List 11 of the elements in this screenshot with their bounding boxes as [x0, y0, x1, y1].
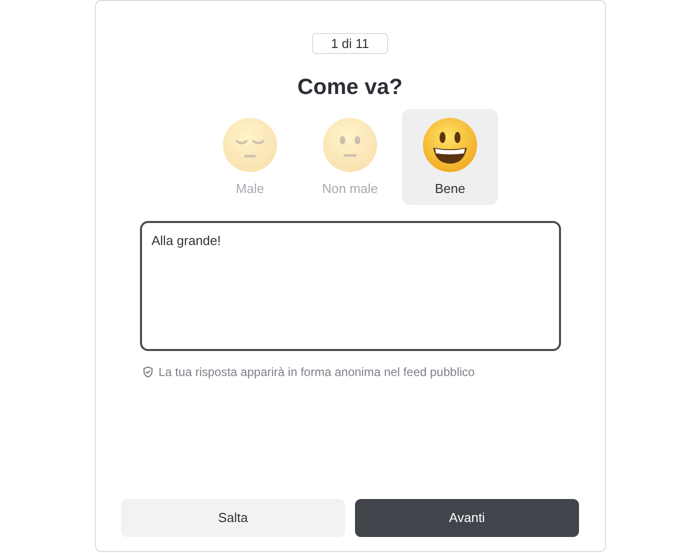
sad-face-icon	[222, 117, 278, 173]
question-title: Come va?	[297, 73, 403, 101]
neutral-face-icon	[322, 117, 378, 173]
privacy-note: La tua risposta apparirà in forma anonima nel feed pubblico	[158, 364, 475, 381]
skip-button[interactable]: Salta	[121, 499, 345, 537]
question-counter: 1 di 11	[312, 33, 388, 54]
answer-field[interactable]: Alla grande!	[140, 221, 560, 351]
shield-check-icon	[142, 366, 154, 378]
mood-option[interactable]: Bene	[402, 109, 498, 205]
smiling-face-icon	[422, 117, 478, 173]
next-button[interactable]: Avanti	[355, 499, 579, 537]
